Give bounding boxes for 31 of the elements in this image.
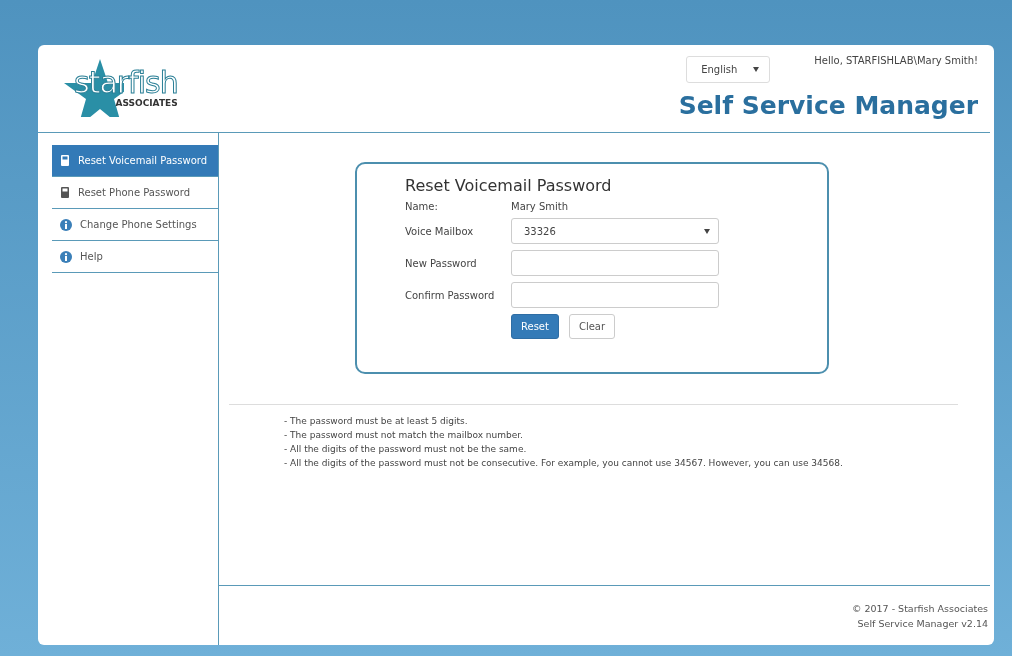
sidebar-item[interactable]: Change Phone Settings	[52, 209, 218, 241]
field-label: Name:	[405, 201, 439, 212]
rule-text: - The password must be at least 5 digits.	[284, 415, 469, 428]
rule-text: - The password must not match the mailbox number.	[284, 429, 524, 442]
field-value: Mary Smith	[511, 201, 569, 212]
info-icon	[60, 250, 72, 263]
sidebar-item[interactable]: Reset Phone Password	[52, 177, 218, 209]
footer-text: © 2017 - Starfish Associates	[851, 601, 988, 616]
field-label: Confirm Password	[405, 289, 496, 301]
field-label: Voice Mailbox	[405, 225, 475, 237]
reset-button[interactable]: Reset	[511, 314, 559, 339]
input-field[interactable]	[511, 282, 719, 308]
app-title: Self Service Manager	[678, 91, 978, 120]
phone-icon	[60, 187, 70, 198]
form-title: Reset Voicemail Password	[405, 176, 613, 195]
caret-icon	[753, 67, 760, 72]
phone-icon	[60, 155, 70, 166]
sidebar-item[interactable]: Reset Voicemail Password	[52, 145, 218, 177]
logo-subtitle: ASSOCIATES	[115, 98, 178, 108]
rule-text: - All the digits of the password must not be consecutive. For example, you cannot use 34567. However, you can use 34568.	[284, 457, 844, 470]
input-field[interactable]	[511, 250, 719, 276]
greeting: Hello, STARFISHLAB\Mary Smith!	[814, 55, 978, 66]
language-select[interactable]: English	[686, 56, 771, 83]
clear-button[interactable]: Clear	[568, 314, 616, 339]
info-icon	[60, 218, 72, 231]
field-label: New Password	[405, 257, 478, 269]
footer-text: Self Service Manager v2.14	[857, 616, 988, 631]
rule-text: - All the digits of the password must not be the same.	[284, 443, 528, 456]
caret-icon	[704, 228, 710, 234]
mailbox-select[interactable]: 33326	[511, 218, 719, 244]
sidebar-item[interactable]: Help	[52, 241, 218, 273]
